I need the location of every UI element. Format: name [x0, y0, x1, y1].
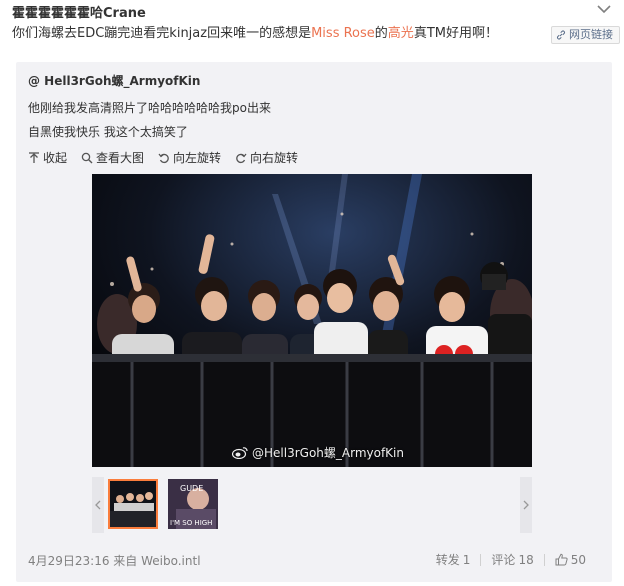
repost-label: 转发 — [435, 553, 460, 567]
topic-link[interactable]: 高光 — [388, 26, 414, 41]
post-text-part: 你们海螺去EDC蹦完迪看完kinjaz回来唯一的感想是 — [12, 26, 312, 41]
chevron-right-icon — [523, 500, 529, 510]
thumb-next-button[interactable] — [520, 477, 532, 533]
comment-label: 评论 — [491, 553, 516, 567]
thumbnail-2[interactable]: GUDE I'M SO HIGH — [168, 479, 218, 529]
chevron-left-icon — [95, 500, 101, 510]
thumbnail-2-caption: I'M SO HIGH — [170, 519, 212, 527]
rotate-left-icon — [158, 153, 169, 163]
repost-button[interactable]: 转发 1 — [426, 551, 481, 568]
collapse-icon — [29, 151, 39, 163]
post-stats: 转发 1 评论 18 50 — [426, 551, 596, 568]
like-count: 50 — [570, 552, 586, 567]
post-text-part: 真TM好用啊！ — [413, 26, 498, 41]
repost-author-name[interactable]: @ Hell3rGoh螺_ArmyofKin — [28, 72, 200, 89]
mention-link[interactable]: Miss Rose — [311, 26, 375, 41]
thumbnail-1[interactable] — [108, 479, 158, 529]
post-text-part: 的 — [374, 26, 388, 41]
post-header: 霍霍霍霍霍霍哈Crane — [12, 2, 612, 21]
rotate-left-button[interactable]: 向左旋转 — [158, 149, 221, 166]
collapse-label: 收起 — [43, 151, 68, 165]
repost-box: @ Hell3rGoh螺_ArmyofKin 他刚给我发高清照片了哈哈哈哈哈哈我… — [16, 62, 612, 582]
comment-button[interactable]: 评论 18 — [481, 551, 543, 568]
post-author-name[interactable]: 霍霍霍霍霍霍哈Crane — [12, 6, 146, 21]
thumb-prev-button[interactable] — [92, 477, 104, 533]
rotate-right-label: 向右旋转 — [250, 151, 299, 165]
thumbnail-2-image: GUDE I'M SO HIGH — [168, 479, 218, 529]
link-icon — [557, 30, 565, 40]
photo-illustration — [92, 174, 532, 467]
web-link-label: 网页链接 — [569, 28, 613, 41]
like-button[interactable]: 50 — [545, 553, 596, 567]
chevron-down-icon[interactable] — [596, 2, 612, 16]
rotate-left-label: 向左旋转 — [173, 151, 222, 165]
thumbnail-2-caption: GUDE — [180, 484, 203, 493]
watermark-text: @Hell3rGoh螺_ArmyofKin — [252, 446, 404, 460]
thumbnail-strip: GUDE I'M SO HIGH — [92, 477, 532, 533]
comment-count: 18 — [518, 552, 534, 567]
repost-count: 1 — [462, 552, 471, 567]
rotate-right-icon — [236, 153, 247, 163]
web-link-button[interactable]: 网页链接 — [551, 26, 620, 44]
view-large-label: 查看大图 — [96, 151, 145, 165]
thumbnail-1-image — [110, 481, 156, 527]
weibo-icon — [232, 447, 248, 459]
collapse-button[interactable]: 收起 — [28, 149, 67, 166]
image-actions: 收起 查看大图 向左旋转 向右旋转 — [28, 149, 298, 166]
like-icon — [555, 553, 568, 566]
zoom-icon — [81, 152, 93, 163]
view-large-button[interactable]: 查看大图 — [81, 149, 144, 166]
post-timestamp[interactable]: 4月29日23:16 来自 Weibo.intl — [28, 552, 201, 569]
rotate-right-button[interactable]: 向右旋转 — [235, 149, 298, 166]
photo-watermark: @Hell3rGoh螺_ArmyofKin — [232, 444, 404, 461]
repost-text-line: 他刚给我发高清照片了哈哈哈哈哈哈我po出来 — [28, 101, 271, 115]
post-text: 你们海螺去EDC蹦完迪看完kinjaz回来唯一的感想是Miss Rose的高光真… — [12, 24, 612, 44]
concert-photo[interactable]: @Hell3rGoh螺_ArmyofKin — [92, 174, 532, 467]
repost-text-line: 自黑使我快乐 我这个太搞笑了 — [28, 125, 188, 139]
